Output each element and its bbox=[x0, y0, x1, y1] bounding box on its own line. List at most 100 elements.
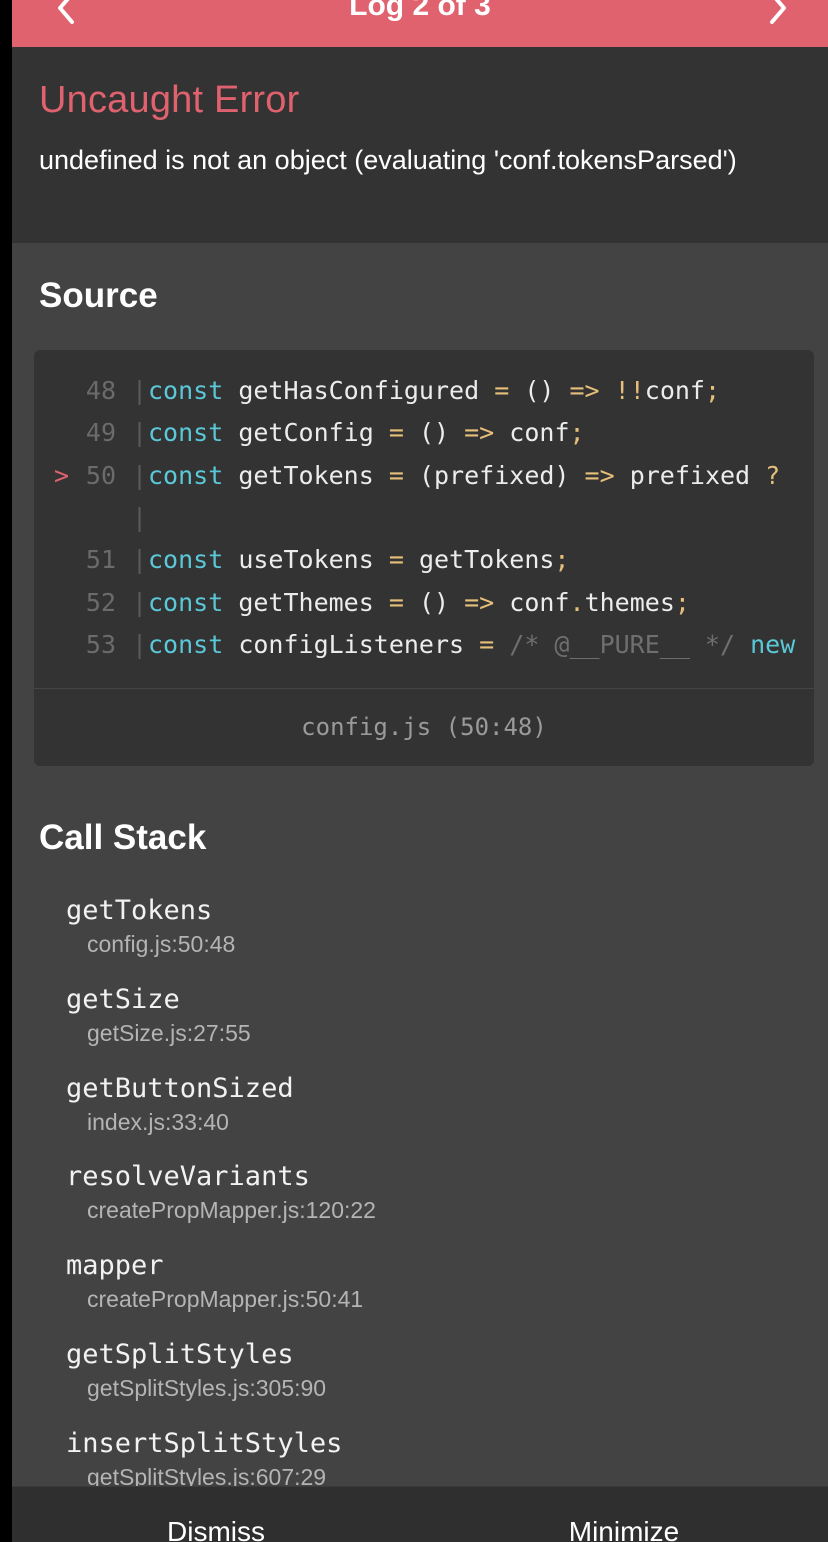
code-token: ; bbox=[554, 545, 570, 575]
line-number: 53 bbox=[85, 629, 116, 659]
code-token: getHasConfigured bbox=[223, 376, 495, 405]
code-token: new bbox=[750, 629, 796, 659]
stack-frame[interactable]: resolveVariants createPropMapper.js:120:2… bbox=[66, 1159, 376, 1225]
code-token: !! bbox=[614, 376, 645, 405]
stack-frame-location: createPropMapper.js:120:22 bbox=[87, 1197, 376, 1224]
code-token: /* @__PURE__ */ bbox=[509, 629, 736, 659]
stack-frame[interactable]: mapper createPropMapper.js:50:41 bbox=[66, 1248, 363, 1314]
code-token: () bbox=[403, 587, 465, 617]
stack-frame-function: mapper bbox=[66, 1250, 164, 1282]
minimize-button[interactable]: Minimize bbox=[420, 1515, 828, 1542]
line-gutter: | bbox=[132, 418, 148, 448]
stack-frame-function: getSplitStyles bbox=[66, 1339, 294, 1370]
bottom-action-bar: Dismiss Minimize bbox=[12, 1486, 828, 1542]
code-token: const bbox=[148, 587, 224, 617]
log-box-sheet: Log 2 of 3 Uncaught Error undefined is n… bbox=[12, 0, 828, 1542]
code-text: const configListeners = /* @__PURE__ */ … bbox=[148, 624, 795, 666]
code-lines: 48 | const getHasConfigured = () => !!conf… bbox=[34, 370, 814, 688]
line-number: 50 bbox=[85, 460, 116, 490]
stack-frame-location: getSplitStyles.js:305:90 bbox=[87, 1375, 327, 1401]
line-gutter: | bbox=[132, 545, 148, 575]
code-token: = bbox=[494, 376, 510, 405]
stack-frame-function: getSize bbox=[66, 983, 180, 1015]
code-token: (prefixed) bbox=[403, 460, 585, 490]
chevron-right-icon bbox=[770, 0, 786, 24]
code-line: 49 | const getConfig = () => conf; bbox=[34, 412, 814, 454]
code-token: ; bbox=[704, 376, 721, 405]
code-line: 52 | const getThemes = () => conf.themes; bbox=[34, 582, 814, 624]
code-token: getTokens bbox=[223, 460, 389, 490]
line-number: 52 bbox=[85, 587, 116, 617]
code-token: ? bbox=[765, 460, 781, 490]
error-title: Uncaught Error bbox=[39, 79, 300, 121]
code-token: => bbox=[569, 376, 600, 405]
code-token: const bbox=[148, 376, 224, 405]
code-token: useTokens bbox=[223, 545, 389, 575]
code-token: getTokens bbox=[403, 545, 555, 575]
stack-frame-location: config.js:50:48 bbox=[87, 931, 236, 957]
code-location[interactable]: config.js (50:48) bbox=[34, 689, 814, 766]
error-line-marker: > bbox=[54, 460, 70, 490]
code-line: | bbox=[34, 497, 814, 539]
log-counter-title: Log 2 of 3 bbox=[349, 0, 491, 22]
error-summary: Uncaught Error undefined is not an objec… bbox=[12, 47, 828, 243]
code-token: = bbox=[388, 545, 404, 575]
code-line: >50 | const getTokens = (prefixed) => pref… bbox=[34, 455, 814, 497]
stack-frame-function: insertSplitStyles bbox=[66, 1427, 343, 1459]
code-token: = bbox=[388, 460, 404, 490]
line-gutter: | bbox=[132, 376, 148, 405]
code-token: const bbox=[148, 629, 224, 659]
stack-frame-function: getButtonSized bbox=[66, 1072, 294, 1104]
code-text: const getThemes = () => conf.themes; bbox=[148, 582, 690, 624]
line-gutter: | bbox=[132, 587, 148, 617]
line-gutter: | bbox=[132, 460, 148, 490]
code-token: () bbox=[509, 376, 570, 405]
next-log-button[interactable] bbox=[752, 0, 812, 47]
line-gutter: | bbox=[132, 629, 148, 659]
line-number: 49 bbox=[85, 418, 116, 448]
code-token: = bbox=[388, 418, 404, 448]
code-token: const bbox=[148, 460, 224, 490]
code-token: = bbox=[479, 629, 495, 659]
code-token: . bbox=[569, 587, 585, 617]
stack-frame[interactable]: getSplitStyles getSplitStyles.js:305:90 bbox=[66, 1337, 326, 1403]
line-number: 51 bbox=[85, 545, 116, 575]
log-header: Log 2 of 3 bbox=[12, 0, 828, 47]
code-frame[interactable]: 48 | const getHasConfigured = () => !!conf… bbox=[34, 350, 814, 766]
code-token: configListeners bbox=[223, 629, 480, 659]
code-token: = bbox=[388, 587, 404, 617]
code-text: const getTokens = (prefixed) => prefixed… bbox=[148, 455, 780, 497]
code-line: 51 | const useTokens = getTokens; bbox=[34, 539, 814, 581]
call-stack-heading: Call Stack bbox=[39, 818, 207, 857]
code-line: 48 | const getHasConfigured = () => !!conf… bbox=[34, 370, 814, 412]
code-token: => bbox=[584, 460, 615, 490]
stack-frame-location: createPropMapper.js:50:41 bbox=[87, 1286, 364, 1313]
code-token: const bbox=[148, 418, 224, 448]
code-token: themes bbox=[584, 587, 675, 617]
code-token: => bbox=[464, 587, 495, 617]
code-token: conf bbox=[494, 418, 570, 448]
code-token: conf bbox=[494, 587, 570, 617]
dismiss-button[interactable]: Dismiss bbox=[12, 1515, 420, 1542]
code-token: conf bbox=[644, 376, 705, 405]
stack-frame[interactable]: getTokens config.js:50:48 bbox=[66, 893, 235, 959]
stack-frame[interactable]: getButtonSized index.js:33:40 bbox=[66, 1071, 294, 1137]
line-gutter: | bbox=[132, 502, 148, 532]
code-text: const getConfig = () => conf; bbox=[148, 412, 585, 454]
stack-frame-function: resolveVariants bbox=[66, 1161, 310, 1193]
code-token: () bbox=[403, 418, 465, 448]
code-token: prefixed bbox=[614, 460, 766, 490]
code-token: getConfig bbox=[223, 418, 389, 448]
stack-frame[interactable]: insertSplitStyles getSplitStyles.js:607:2… bbox=[66, 1426, 342, 1492]
stack-frame[interactable]: getSize getSize.js:27:55 bbox=[66, 982, 251, 1048]
stack-frame-function: getTokens bbox=[66, 895, 213, 926]
error-message: undefined is not an object (evaluating '… bbox=[39, 145, 737, 175]
code-line: 53 | const configListeners = /* @__PURE__ … bbox=[34, 624, 814, 666]
screen: Log 2 of 3 Uncaught Error undefined is n… bbox=[0, 0, 828, 1542]
code-token: ; bbox=[569, 418, 585, 448]
stack-frame-location: index.js:33:40 bbox=[87, 1108, 229, 1135]
code-token: const bbox=[148, 545, 224, 575]
